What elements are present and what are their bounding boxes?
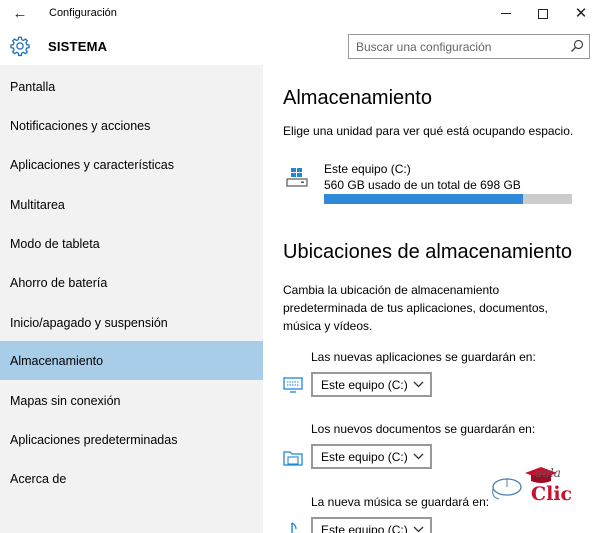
chevron-down-icon: [413, 381, 424, 388]
sidebar-item-mapas[interactable]: Mapas sin conexión: [0, 381, 263, 420]
search-box[interactable]: [348, 34, 590, 59]
music-note-icon: [291, 522, 297, 533]
documents-location-label: Los nuevos documentos se guardarán en:: [311, 422, 536, 436]
back-arrow-icon: ←: [12, 5, 28, 22]
chevron-down-icon: [413, 526, 424, 533]
apps-location-value: Este equipo (C:): [321, 377, 408, 392]
sidebar-item-pantalla[interactable]: Pantalla: [0, 67, 263, 106]
section-title: SISTEMA: [48, 39, 108, 54]
music-location-label: La nueva música se guardará en:: [311, 495, 490, 509]
search-icon[interactable]: [569, 38, 585, 54]
close-icon: ✕: [574, 5, 588, 22]
maximize-button[interactable]: [524, 0, 562, 27]
sidebar-item-modo-tableta[interactable]: Modo de tableta: [0, 224, 263, 263]
apps-location-dropdown[interactable]: Este equipo (C:): [311, 372, 432, 397]
chevron-down-icon: [413, 453, 424, 460]
sidebar: Pantalla Notificaciones y acciones Aplic…: [0, 65, 263, 533]
drive-name[interactable]: Este equipo (C:): [324, 162, 411, 176]
drive-usage-bar-fill: [324, 194, 523, 204]
header: SISTEMA: [0, 27, 600, 65]
search-input[interactable]: [349, 35, 564, 58]
sidebar-item-notificaciones[interactable]: Notificaciones y acciones: [0, 106, 263, 145]
sidebar-item-ahorro-bateria[interactable]: Ahorro de batería: [0, 263, 263, 302]
maximize-icon: [538, 8, 548, 19]
minimize-button[interactable]: [487, 0, 525, 27]
drive-windows-icon: [286, 168, 308, 187]
drive-usage-bar[interactable]: [324, 194, 572, 204]
documents-location-value: Este equipo (C:): [321, 449, 408, 464]
music-location-dropdown[interactable]: Este equipo (C:): [311, 517, 432, 533]
gear-icon: [10, 36, 30, 57]
monitor-icon: [283, 377, 303, 393]
title-bar: ← Configuración ✕: [0, 0, 600, 27]
drive-usage-text[interactable]: 560 GB usado de un total de 698 GB: [324, 178, 521, 192]
locations-title: Ubicaciones de almacenamiento: [283, 241, 573, 263]
apps-location-label: Las nuevas aplicaciones se guardarán en:: [311, 350, 536, 364]
sidebar-item-aplicaciones[interactable]: Aplicaciones y características: [0, 145, 263, 184]
logo-text-bottom: Clic: [531, 483, 573, 505]
page-description: Elige una unidad para ver qué está ocupa…: [283, 124, 574, 138]
sidebar-item-acerca-de[interactable]: Acerca de: [0, 459, 263, 498]
folder-icon: [283, 451, 303, 466]
aulaclic-logo: aula Clic: [489, 463, 577, 513]
back-button[interactable]: ←: [0, 0, 40, 27]
music-location-value: Este equipo (C:): [321, 522, 408, 533]
sidebar-item-multitarea[interactable]: Multitarea: [0, 185, 263, 224]
page-title: Almacenamiento: [283, 87, 432, 109]
sidebar-item-almacenamiento[interactable]: Almacenamiento: [0, 341, 263, 380]
documents-location-dropdown[interactable]: Este equipo (C:): [311, 444, 432, 469]
window-title: Configuración: [49, 7, 117, 19]
logo-text-top: aula: [535, 466, 561, 480]
sidebar-item-apps-predeterminadas[interactable]: Aplicaciones predeterminadas: [0, 420, 263, 459]
close-button[interactable]: ✕: [562, 0, 600, 27]
locations-description: Cambia la ubicación de almacenamiento pr…: [283, 283, 548, 333]
minimize-icon: [501, 13, 511, 14]
sidebar-item-inicio-apagado[interactable]: Inicio/apagado y suspensión: [0, 303, 263, 342]
